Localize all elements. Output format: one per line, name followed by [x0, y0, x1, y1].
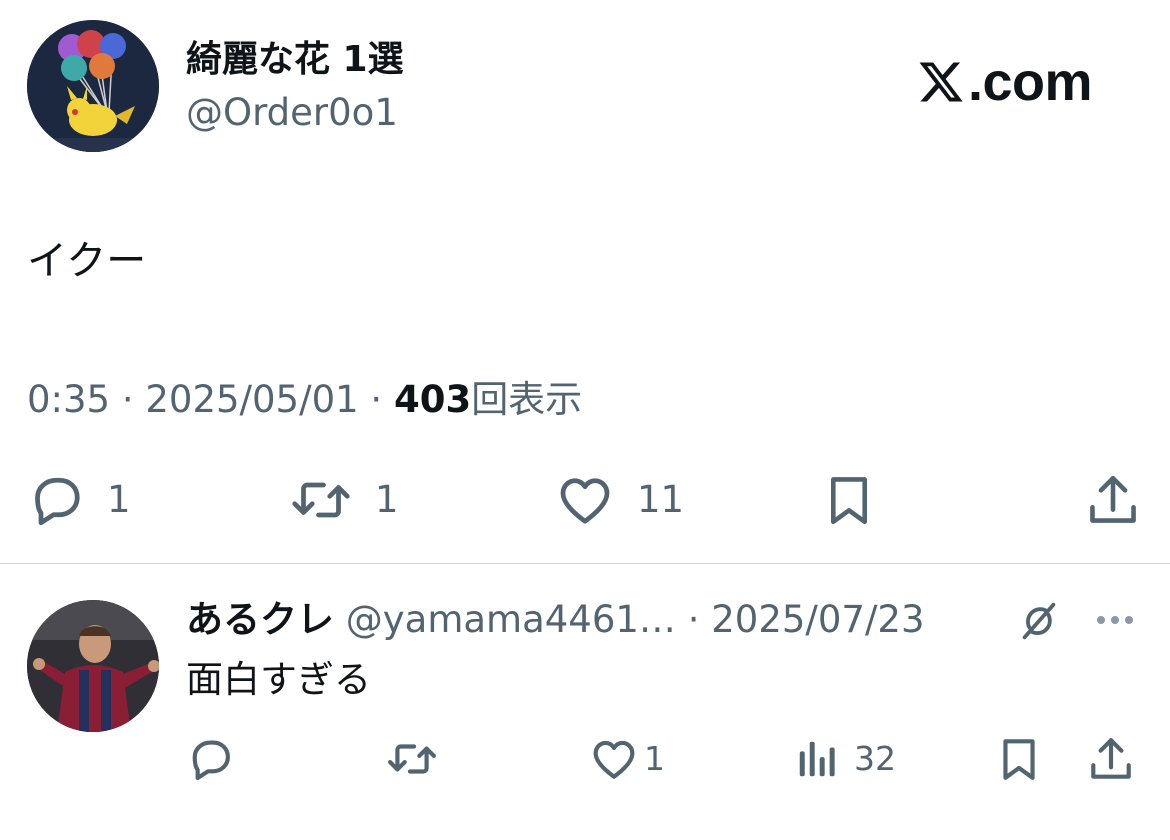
grok-icon	[1022, 602, 1056, 640]
retweet-count: 1	[375, 478, 399, 521]
reply-bookmark-button[interactable]	[994, 734, 1044, 784]
reply-meta-separator: ·	[675, 598, 712, 641]
author-handle[interactable]: @Order0o1	[186, 89, 398, 137]
like-count: 11	[637, 478, 685, 521]
reply-author-display-name[interactable]: あるクレ	[186, 598, 334, 641]
tweet-date[interactable]: 2025/05/01	[145, 378, 358, 421]
bookmark-button[interactable]	[820, 470, 878, 530]
bookmark-icon	[830, 477, 868, 525]
retweet-arrows-icon	[292, 482, 350, 518]
views-label: 回表示	[471, 378, 583, 421]
retweet-button[interactable]: 1	[287, 470, 399, 530]
x-logo-icon	[919, 62, 963, 102]
bookmark-icon	[1003, 739, 1035, 780]
reply-author-avatar[interactable]	[27, 600, 159, 732]
reply-like-button[interactable]: 1	[588, 734, 665, 784]
reply-date[interactable]: 2025/07/23	[711, 598, 924, 641]
reply-header: あるクレ @yamama4461… · 2025/07/23	[186, 594, 925, 646]
like-button[interactable]: 11	[553, 470, 684, 530]
share-upload-icon	[1090, 475, 1136, 523]
retweet-arrows-icon	[388, 744, 436, 774]
heart-icon	[593, 740, 635, 779]
views-count: 403	[393, 378, 472, 421]
meta-separator: ·	[358, 378, 394, 421]
reply-button[interactable]: 1	[27, 470, 131, 530]
share-button[interactable]	[1084, 470, 1142, 530]
reply-like-count: 1	[644, 739, 665, 778]
x-brand-logo: .com	[916, 52, 1093, 112]
meta-separator: ·	[110, 378, 146, 421]
reply-share-button[interactable]	[1086, 734, 1136, 784]
reply-reply-button[interactable]	[186, 734, 236, 784]
speech-bubble-icon	[35, 477, 80, 526]
reply-text: 面白すぎる	[186, 658, 371, 701]
reply-retweet-button[interactable]	[384, 734, 440, 784]
reply-count: 1	[107, 478, 131, 521]
grok-button[interactable]	[1016, 598, 1066, 648]
tweet-text: イクー	[27, 238, 147, 284]
divider	[0, 563, 1170, 564]
tweet-meta: 0:35 · 2025/05/01 · 403回表示	[27, 374, 582, 426]
author-display-name[interactable]: 綺麗な花 1選	[186, 36, 404, 84]
tweet-time[interactable]: 0:35	[27, 378, 110, 421]
reply-views-count: 32	[854, 739, 896, 778]
brand-suffix: .com	[968, 52, 1093, 112]
more-dots-icon	[1097, 616, 1133, 624]
share-upload-icon	[1091, 738, 1131, 779]
reply-author-handle[interactable]: @yamama4461…	[346, 598, 676, 641]
speech-bubble-icon	[192, 740, 230, 781]
reply-views-button[interactable]: 32	[794, 734, 896, 784]
more-button[interactable]	[1090, 605, 1140, 635]
author-avatar[interactable]	[27, 20, 159, 152]
bar-chart-icon	[799, 741, 835, 777]
avatar-image	[27, 20, 159, 152]
avatar-image	[27, 600, 159, 732]
heart-icon	[560, 478, 610, 524]
